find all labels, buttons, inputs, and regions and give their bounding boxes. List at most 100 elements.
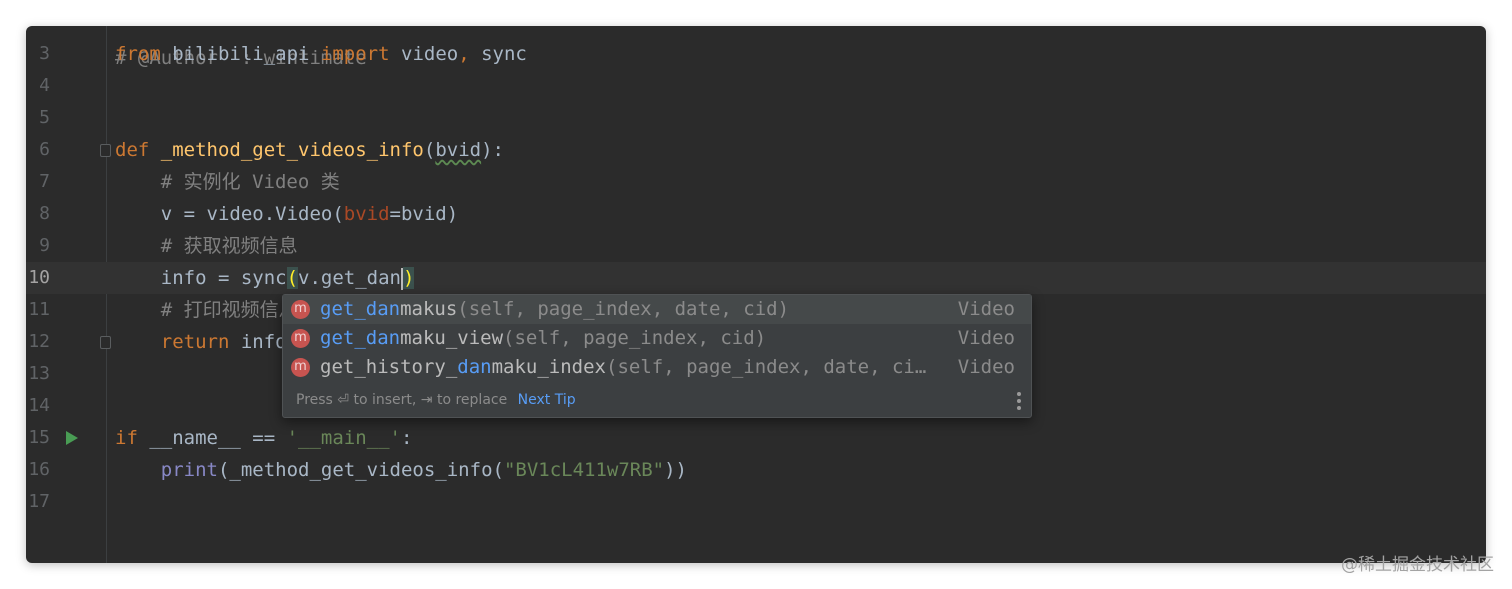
- completion-label: get_history_danmaku_index(self, page_ind…: [320, 353, 926, 382]
- code-text: # 获取视频信息: [115, 230, 298, 262]
- code-token: print: [160, 459, 218, 481]
- line-number: 3: [39, 43, 50, 64]
- label-rest: maku_view: [400, 327, 504, 349]
- line-number: 11: [28, 299, 50, 320]
- code-token: (: [423, 139, 436, 161]
- code-editor[interactable]: # @Author : wintimate 3 from bilibili_api…: [26, 26, 1486, 563]
- code-token: # 打印视频信息: [160, 299, 298, 321]
- code-token: import: [320, 43, 390, 65]
- label-rest: maku_index: [491, 356, 606, 378]
- code-token: )): [664, 459, 687, 481]
- line-number: 12: [28, 331, 50, 352]
- code-token: return: [160, 331, 230, 353]
- method-icon: m: [291, 358, 310, 377]
- completion-label: get_danmaku_view(self, page_index, cid): [320, 324, 766, 353]
- code-line[interactable]: 10 info = sync(v.get_dan): [26, 262, 1486, 294]
- completion-item[interactable]: m get_danmaku_view(self, page_index, cid)…: [283, 324, 1031, 353]
- code-token: ):: [481, 139, 504, 161]
- code-line[interactable]: 4: [26, 70, 1486, 102]
- code-text: # 打印视频信息: [115, 294, 298, 326]
- code-token: # 实例化 Video 类: [160, 171, 340, 193]
- code-token: ): [403, 267, 415, 289]
- code-token: __name__ ==: [137, 427, 287, 449]
- code-token: (: [286, 267, 299, 289]
- code-text: if __name__ == '__main__':: [115, 422, 412, 454]
- code-token: (_method_get_videos_info(: [217, 459, 504, 481]
- footer-hint-text: Press ⏎ to insert, ⇥ to replace: [296, 392, 508, 408]
- code-line[interactable]: 15 if __name__ == '__main__':: [26, 422, 1486, 454]
- next-tip-link[interactable]: Next Tip: [518, 392, 576, 408]
- code-text: from bilibili_api import video, sync: [115, 38, 527, 70]
- completion-item[interactable]: m get_history_danmaku_index(self, page_in…: [283, 353, 1031, 382]
- code-line[interactable]: 5: [26, 102, 1486, 134]
- run-icon[interactable]: [66, 431, 78, 445]
- line-number: 14: [28, 395, 50, 416]
- label-signature: (self, page_index, date, cid): [457, 298, 790, 320]
- line-number: 4: [39, 75, 50, 96]
- code-text: return info: [115, 326, 287, 358]
- completion-type: Video: [957, 298, 1015, 320]
- label-signature: (self, page_index, cid): [503, 327, 767, 349]
- code-text: v = video.Video(bvid=bvid): [115, 198, 458, 230]
- code-token: ,: [458, 43, 470, 65]
- code-token: info = sync: [115, 267, 287, 289]
- completion-item[interactable]: m get_danmakus(self, page_index, date, ci…: [283, 295, 1031, 324]
- code-token: def: [115, 139, 161, 161]
- code-line[interactable]: 3 from bilibili_api import video, sync: [26, 38, 1486, 70]
- code-token: # 获取视频信息: [160, 235, 298, 257]
- code-line[interactable]: 7 # 实例化 Video 类: [26, 166, 1486, 198]
- code-token: if: [115, 427, 138, 449]
- label-match: get_dan: [320, 327, 401, 349]
- code-token: bilibili_api: [160, 43, 321, 65]
- line-number: 8: [39, 203, 50, 224]
- method-icon: m: [291, 300, 310, 319]
- code-line[interactable]: 9 # 获取视频信息: [26, 230, 1486, 262]
- code-token: video: [389, 43, 459, 65]
- fold-marker-icon[interactable]: [100, 336, 111, 349]
- line-number: 16: [28, 459, 50, 480]
- completion-popup[interactable]: m get_danmakus(self, page_index, date, ci…: [282, 294, 1032, 418]
- label-match: get_dan: [320, 298, 401, 320]
- line-number: 5: [39, 107, 50, 128]
- line-number: 13: [28, 363, 50, 384]
- code-text: info = sync(v.get_dan): [115, 262, 415, 294]
- code-token: sync: [469, 43, 527, 65]
- code-token: from: [115, 43, 161, 65]
- code-line[interactable]: 17: [26, 486, 1486, 518]
- line-number: 7: [39, 171, 50, 192]
- code-token: v.get_dan: [298, 267, 401, 289]
- code-token: "BV1cL411w7RB": [503, 459, 665, 481]
- code-token: info: [229, 331, 287, 353]
- more-options-icon[interactable]: [1017, 392, 1021, 413]
- completion-footer: Press ⏎ to insert, ⇥ to replace Next Tip: [283, 384, 1031, 416]
- line-number: 17: [28, 491, 50, 512]
- method-icon: m: [291, 329, 310, 348]
- code-text: def _method_get_videos_info(bvid):: [115, 134, 504, 166]
- label-signature: (self, page_index, date, ci…: [606, 356, 927, 378]
- label-rest: makus: [400, 298, 458, 320]
- code-token: '__main__': [286, 427, 401, 449]
- code-token: =bvid): [389, 203, 459, 225]
- code-text: print(_method_get_videos_info("BV1cL411w…: [115, 454, 687, 486]
- code-line[interactable]: 8 v = video.Video(bvid=bvid): [26, 198, 1486, 230]
- line-number: 9: [39, 235, 50, 256]
- code-line[interactable]: 16 print(_method_get_videos_info("BV1cL4…: [26, 454, 1486, 486]
- code-token: v = video.Video(: [115, 203, 344, 225]
- watermark: @稀土掘金技术社区: [1341, 555, 1494, 575]
- label-match: dan: [457, 356, 492, 378]
- completion-type: Video: [957, 356, 1015, 378]
- code-token: bvid: [435, 139, 482, 161]
- code-token: bvid: [343, 203, 390, 225]
- code-token: _method_get_videos_info: [160, 139, 424, 161]
- code-token: :: [401, 427, 413, 449]
- fold-marker-icon[interactable]: [100, 144, 111, 157]
- code-text: # 实例化 Video 类: [115, 166, 340, 198]
- line-number: 10: [28, 267, 50, 288]
- code-line[interactable]: 6 def _method_get_videos_info(bvid):: [26, 134, 1486, 166]
- line-number: 15: [28, 427, 50, 448]
